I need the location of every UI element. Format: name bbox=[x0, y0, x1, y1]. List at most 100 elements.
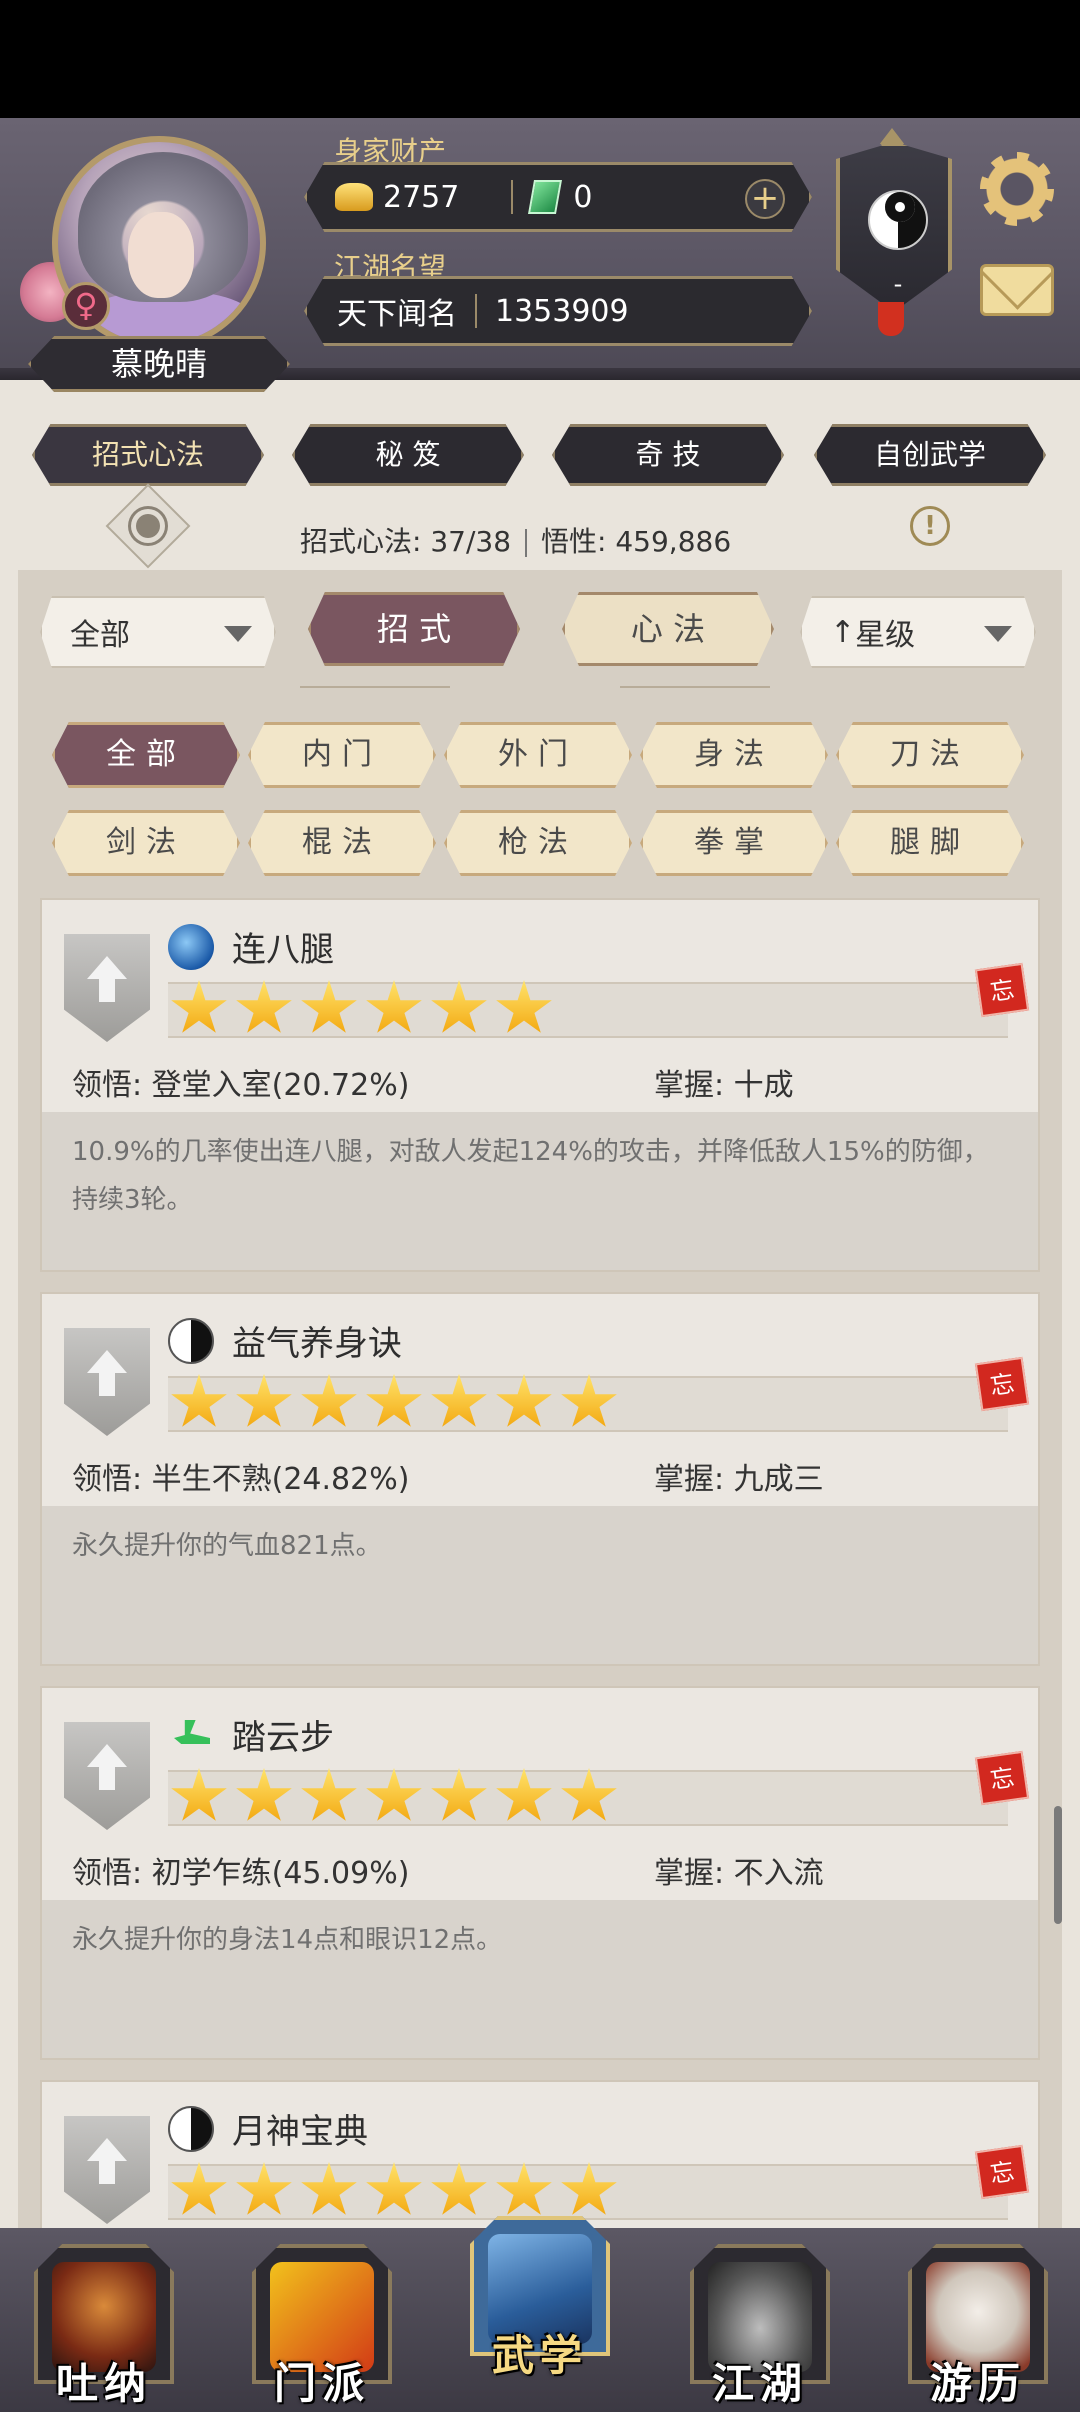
star-icon bbox=[171, 1768, 227, 1821]
star-icon bbox=[301, 1374, 357, 1427]
category-dropdown[interactable]: 全部 bbox=[40, 596, 276, 668]
info-icon[interactable]: ! bbox=[910, 506, 950, 546]
divider bbox=[620, 686, 770, 688]
skill-name: 连八腿 bbox=[232, 930, 334, 970]
upgrade-shield-icon[interactable] bbox=[64, 1328, 150, 1436]
upgrade-shield-icon[interactable] bbox=[64, 1722, 150, 1830]
upgrade-shield-icon[interactable] bbox=[64, 934, 150, 1042]
tab-manuals[interactable]: 秘 笈 bbox=[292, 424, 524, 486]
star-icon bbox=[301, 1768, 357, 1821]
upgrade-shield-icon[interactable] bbox=[64, 2116, 150, 2224]
status-bar bbox=[0, 0, 1080, 118]
sort-dropdown[interactable]: ↑ 星级 bbox=[800, 596, 1036, 668]
skill-name: 踏云步 bbox=[232, 1718, 334, 1758]
star-icon bbox=[496, 1374, 552, 1427]
star-icon bbox=[171, 2162, 227, 2215]
star-icon bbox=[236, 980, 292, 1033]
nav-martial-arts[interactable]: 武学 bbox=[470, 2216, 610, 2384]
nav-label: 武学 bbox=[491, 2331, 588, 2380]
skill-description: 永久提升你的身法14点和眼识12点。 bbox=[42, 1900, 1038, 2058]
chip-spear[interactable]: 枪法 bbox=[444, 810, 632, 876]
star-icon bbox=[236, 2162, 292, 2215]
category-value: 全部 bbox=[70, 618, 130, 653]
sort-value: 星级 bbox=[855, 618, 916, 653]
chip-all[interactable]: 全部 bbox=[52, 722, 240, 788]
star-icon bbox=[366, 2162, 422, 2215]
female-gender-icon: ♀ bbox=[62, 282, 110, 330]
chip-movement[interactable]: 身法 bbox=[640, 722, 828, 788]
skill-stats: 招式心法: 37/38 悟性: 459,886 bbox=[300, 520, 731, 560]
chip-fist[interactable]: 拳掌 bbox=[640, 810, 828, 876]
nav-travel[interactable]: 游历 bbox=[908, 2244, 1048, 2412]
chip-inner[interactable]: 内门 bbox=[248, 722, 436, 788]
mastery-label: 掌握: 不入流 bbox=[654, 1856, 824, 1891]
add-currency-button[interactable]: + bbox=[745, 179, 785, 219]
star-icon bbox=[431, 1768, 487, 1821]
mode-methods-button[interactable]: 心 法 bbox=[562, 592, 774, 666]
nav-label: 游历 bbox=[929, 2359, 1026, 2408]
jade-icon bbox=[528, 180, 563, 214]
chip-staff[interactable]: 棍法 bbox=[248, 810, 436, 876]
nav-sect[interactable]: 门派 bbox=[252, 2244, 392, 2412]
skill-card[interactable]: 益气养身诀 领悟: 半生不熟(24.82%) 掌握: 九成三 忘永久提升你的气血821… bbox=[40, 1292, 1040, 1666]
tassel-decoration bbox=[878, 302, 904, 336]
divider bbox=[300, 686, 450, 688]
forget-stamp-icon[interactable]: 忘 bbox=[974, 1356, 1030, 1412]
mail-icon[interactable] bbox=[980, 264, 1054, 316]
chevron-down-icon bbox=[224, 626, 252, 642]
star-icon bbox=[496, 1768, 552, 1821]
tab-techniques[interactable]: 奇 技 bbox=[552, 424, 784, 486]
star-icon bbox=[496, 2162, 552, 2215]
yinyang-icon bbox=[168, 1318, 214, 1364]
gold-amount: 2757 bbox=[383, 179, 460, 215]
chip-kick[interactable]: 腿脚 bbox=[836, 810, 1024, 876]
star-icon bbox=[431, 1374, 487, 1427]
fame-title: 天下闻名 bbox=[337, 297, 457, 332]
star-icon bbox=[301, 2162, 357, 2215]
eye-icon[interactable] bbox=[105, 483, 191, 569]
skill-description: 永久提升你的气血821点。 bbox=[42, 1506, 1038, 1664]
blue-orb-icon bbox=[168, 924, 214, 970]
mastery-label: 掌握: 十成 bbox=[654, 1068, 794, 1103]
skill-name: 益气养身诀 bbox=[232, 1324, 402, 1364]
star-icon bbox=[431, 980, 487, 1033]
star-rating bbox=[170, 1768, 625, 1826]
forget-stamp-icon[interactable]: 忘 bbox=[974, 2144, 1030, 2200]
character-name: 慕晚晴 bbox=[28, 336, 290, 392]
chip-outer[interactable]: 外门 bbox=[444, 722, 632, 788]
star-rating bbox=[170, 2162, 625, 2220]
star-icon bbox=[431, 2162, 487, 2215]
fame-value: 1353909 bbox=[495, 293, 629, 329]
star-icon bbox=[366, 980, 422, 1033]
mode-moves-button[interactable]: 招 式 bbox=[308, 592, 520, 666]
moves-count: 招式心法: 37/38 bbox=[300, 525, 512, 558]
forget-stamp-icon[interactable]: 忘 bbox=[974, 1750, 1030, 1806]
star-rating bbox=[170, 1374, 625, 1432]
arrow-up-icon: ↑ bbox=[830, 614, 856, 650]
tab-custom-arts[interactable]: 自创武学 bbox=[814, 424, 1046, 486]
skill-card[interactable]: 连八腿领悟: 登堂入室(20.72%) 掌握: 十成 忘 10.9%的几率使出连八腿，… bbox=[40, 898, 1040, 1272]
chevron-down-icon bbox=[984, 626, 1012, 642]
nav-jianghu[interactable]: 江湖 bbox=[690, 2244, 830, 2412]
skill-description: 10.9%的几率使出连八腿，对敌人发起124%的攻击，并降低敌人15%的防御，持… bbox=[42, 1112, 1038, 1270]
star-icon bbox=[496, 980, 552, 1033]
yinyang-icon bbox=[168, 2106, 214, 2152]
tab-moves[interactable]: 招式心法 bbox=[32, 424, 264, 486]
wealth-bar: 2757 0 + bbox=[304, 162, 812, 232]
star-icon bbox=[366, 1374, 422, 1427]
star-icon bbox=[236, 1768, 292, 1821]
chip-blade[interactable]: 刀法 bbox=[836, 722, 1024, 788]
skill-card[interactable]: 踏云步领悟: 初学乍练(45.09%) 掌握: 不入流 忘永久提升你的身法14点和眼… bbox=[40, 1686, 1040, 2060]
green-boot-icon bbox=[168, 1712, 214, 1758]
comprehension-label: 领悟: 登堂入室(20.72%) bbox=[72, 1068, 410, 1103]
scrollbar[interactable] bbox=[1054, 1806, 1062, 1924]
forget-stamp-icon[interactable]: 忘 bbox=[974, 962, 1030, 1018]
nav-meditate[interactable]: 吐纳 bbox=[34, 2244, 174, 2412]
skill-name: 月神宝典 bbox=[232, 2112, 368, 2152]
star-icon bbox=[561, 1768, 617, 1821]
nav-label: 门派 bbox=[273, 2359, 370, 2408]
chip-sword[interactable]: 剑法 bbox=[52, 810, 240, 876]
comprehension-label: 领悟: 初学乍练(45.09%) bbox=[72, 1856, 410, 1891]
gold-ingot-icon bbox=[335, 183, 373, 211]
gear-icon[interactable] bbox=[980, 152, 1054, 226]
